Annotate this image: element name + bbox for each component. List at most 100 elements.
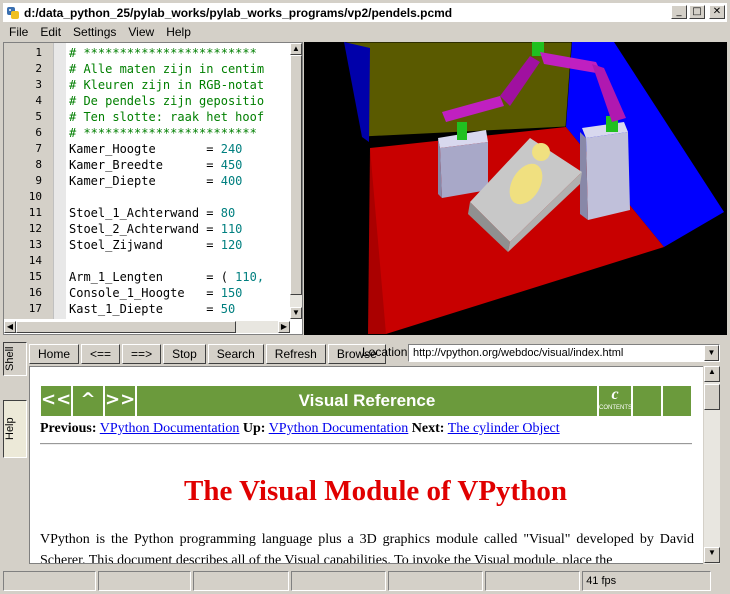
line-number: 12 [28,222,42,235]
next-label: Next: [411,421,445,436]
line-number: 16 [28,286,42,299]
line-number: 11 [28,206,42,219]
code-line[interactable]: Stoel_1_Achterwand = 80 [69,205,235,221]
python-app-icon [5,5,21,21]
code-line[interactable]: Kamer_Hoogte = 240 [69,141,242,157]
editor-hscroll-thumb[interactable] [16,321,236,333]
code-number: 50 [220,302,236,316]
navbar-title: Visual Reference [298,391,436,410]
page-heading: The Visual Module of VPython [184,475,567,507]
line-number: 7 [35,142,42,155]
menu-help[interactable]: Help [160,25,197,39]
nav-next-icon[interactable]: >> [105,386,137,416]
code-identifier: Stoel_Zijwand = [69,238,221,252]
status-cell [193,571,289,591]
previous-link[interactable]: VPython Documentation [100,421,240,436]
code-line[interactable]: Kamer_Breedte = 450 [69,157,242,173]
code-line[interactable]: # Alle maten zijn in centim [69,61,264,77]
scroll-down-arrow-icon[interactable]: ▼ [290,307,302,319]
status-bar: 41 fps [3,571,727,591]
line-number: 9 [35,174,42,187]
console-right-front [586,132,630,220]
code-comment: # ************************ [69,46,257,60]
code-number: 240 [220,142,243,156]
line-number: 4 [35,94,42,107]
back-button[interactable]: <== [81,344,121,364]
nav-previous-icon[interactable]: << [41,386,73,416]
home-button[interactable]: Home [29,344,80,364]
code-line[interactable]: # Ten slotte: raak het hoof [69,109,264,125]
menu-file[interactable]: File [3,25,34,39]
line-number: 10 [28,190,42,203]
code-line[interactable]: Stoel_2_Achterwand = 110 [69,221,242,237]
code-line[interactable]: # Kleuren zijn in RGB-notat [69,77,264,93]
help-scroll-up-icon[interactable]: ▲ [704,366,720,382]
tab-help-label: Help [4,417,16,441]
tab-help[interactable]: Help [3,400,27,458]
navbar-empty-cell [661,386,691,416]
code-line[interactable]: Kast_1_Diepte = 50 [69,301,235,317]
scroll-right-arrow-icon[interactable]: ▶ [278,321,290,333]
forward-button[interactable]: ==> [122,344,162,364]
code-comment: # Alle maten zijn in centim [69,62,265,76]
resize-grip-icon[interactable] [713,571,727,591]
code-number: 150 [220,286,243,300]
location-input[interactable]: http://vpython.org/webdoc/visual/index.h… [408,344,720,362]
help-scroll-thumb[interactable] [704,384,720,410]
minimize-button[interactable]: _ [671,5,687,19]
scroll-up-arrow-icon[interactable]: ▲ [290,43,302,55]
divider [40,443,692,445]
code-line[interactable]: # De pendels zijn gepositio [69,93,264,109]
close-button[interactable]: ✕ [709,5,725,19]
code-line[interactable]: Kamer_Diepte = 400 [69,173,242,189]
editor-horizontal-scrollbar[interactable]: ◀ ▶ [4,321,290,333]
code-number: 80 [220,206,236,220]
code-line[interactable]: Arm_1_Lengten = ( 110, [69,269,264,285]
code-editor[interactable]: 1 # ************************ 2 # Alle maten… [3,42,303,335]
tab-shell[interactable]: Shell [3,342,27,376]
line-number: 13 [28,238,42,251]
code-identifier: Stoel_1_Achterwand = [69,206,221,220]
search-button[interactable]: Search [207,344,264,364]
console-left-front [440,142,488,198]
location-dropdown-icon[interactable]: ▼ [704,345,719,361]
line-number: 5 [35,110,42,123]
contents-glyph: c [611,386,619,403]
code-line[interactable]: Console_1_Hoogte = 150 [69,285,242,301]
code-number: 110, [235,270,265,284]
code-number: 120 [220,238,243,252]
code-line[interactable]: # ************************ [69,45,257,61]
code-line[interactable]: # ************************ [69,125,257,141]
line-number: 15 [28,270,42,283]
code-line[interactable]: Kast_1_Breedte = 80 [69,317,235,319]
contents-button[interactable]: c CONTENTS [597,386,632,416]
code-comment: # De pendels zijn gepositio [69,94,265,108]
menu-settings[interactable]: Settings [67,25,122,39]
code-number: 450 [220,158,243,172]
help-vertical-scrollbar[interactable]: ▲ ▼ [703,366,720,564]
refresh-button[interactable]: Refresh [265,344,326,364]
menu-view[interactable]: View [122,25,160,39]
pendulum-head [532,143,550,161]
up-label: Up: [242,421,266,436]
help-scroll-down-icon[interactable]: ▼ [704,547,720,563]
help-browser-toolbar: Home <== ==> Stop Search Refresh Browse [29,344,386,364]
next-link[interactable]: The cylinder Object [448,421,560,436]
maximize-button[interactable]: □ [689,5,705,19]
editor-vscroll-thumb[interactable] [290,55,302,295]
window-title: d:/data_python_25/pylab_works/pylab_work… [24,5,453,20]
stop-button[interactable]: Stop [163,344,206,364]
line-number: 18 [4,317,54,319]
code-lines[interactable]: 1 # ************************ 2 # Alle maten… [4,45,290,319]
up-link[interactable]: VPython Documentation [269,421,409,436]
code-identifier: Kamer_Hoogte = [69,142,221,156]
nav-up-icon[interactable]: ^ [73,386,105,416]
vpython-3d-scene[interactable] [304,42,727,335]
line-number: 17 [28,302,42,315]
scroll-left-arrow-icon[interactable]: ◀ [4,321,16,333]
menu-edit[interactable]: Edit [34,25,67,39]
line-number: 8 [35,158,42,171]
editor-vertical-scrollbar[interactable]: ▲ ▼ [290,43,302,319]
code-number: 400 [220,174,243,188]
code-line[interactable]: Stoel_Zijwand = 120 [69,237,242,253]
